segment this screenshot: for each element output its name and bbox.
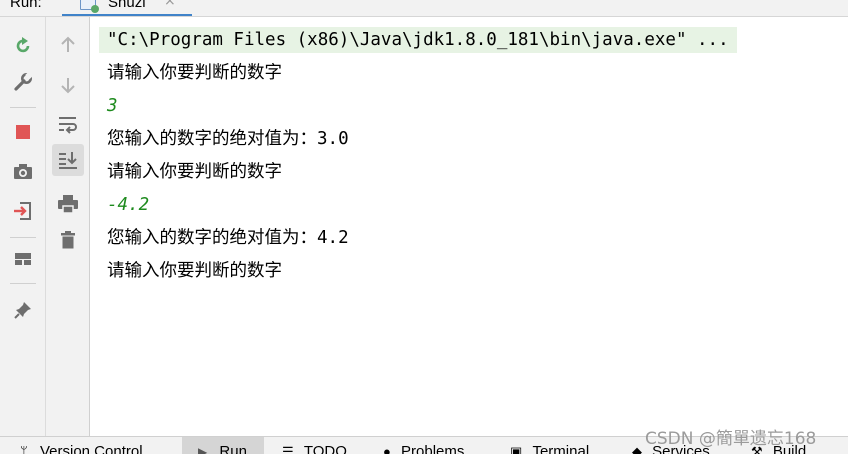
csdn-watermark: CSDN @簡單遗忘168 xyxy=(645,429,817,449)
version-control-label: Version Control xyxy=(39,443,143,454)
problems-tab[interactable]: ● Problems xyxy=(383,443,464,454)
wrench-icon[interactable] xyxy=(9,68,37,96)
camera-icon[interactable] xyxy=(9,158,37,186)
tab-label: Shuzi xyxy=(108,0,146,11)
problems-label: Problems xyxy=(401,443,465,454)
play-icon: ▶ xyxy=(198,445,208,454)
user-input-line: -4.2 xyxy=(107,195,150,215)
prompt-line: 请输入你要判断的数字 xyxy=(107,63,282,83)
application-icon xyxy=(80,0,99,13)
branch-icon: ᛘ xyxy=(20,444,28,454)
run-tab-label: Run xyxy=(219,443,247,454)
run-actions-toolbar xyxy=(0,17,46,436)
terminal-icon: ▣ xyxy=(510,444,523,454)
terminal-tab[interactable]: ▣ Terminal xyxy=(510,443,589,454)
tab-shuzi[interactable]: Shuzi × xyxy=(62,0,192,16)
services-icon: ◆ xyxy=(632,444,642,454)
prompt-line: 请输入你要判断的数字 xyxy=(107,162,282,182)
pin-icon[interactable] xyxy=(9,296,37,324)
list-icon: ☰ xyxy=(282,444,294,454)
print-icon[interactable] xyxy=(54,190,82,218)
todo-tab[interactable]: ☰ TODO xyxy=(282,443,347,454)
prompt-line: 请输入你要判断的数字 xyxy=(107,261,282,281)
scroll-to-end-icon[interactable] xyxy=(52,144,84,176)
stop-icon[interactable] xyxy=(9,118,37,146)
rerun-icon[interactable] xyxy=(9,32,37,60)
user-input-line: 3 xyxy=(107,96,118,116)
console-output[interactable]: "C:\Program Files (x86)\Java\jdk1.8.0_18… xyxy=(91,17,848,436)
terminal-label: Terminal xyxy=(532,443,590,454)
result-line: 您输入的数字的绝对值为：3.0 xyxy=(107,129,349,149)
info-icon: ● xyxy=(383,444,391,454)
java-command-line: "C:\Program Files (x86)\Java\jdk1.8.0_18… xyxy=(99,27,737,53)
run-tab[interactable]: ▶ Run xyxy=(198,443,247,454)
run-label: Run: xyxy=(10,0,42,11)
down-arrow-icon[interactable] xyxy=(54,71,82,99)
trash-icon[interactable] xyxy=(54,226,82,254)
console-actions-toolbar xyxy=(46,17,90,436)
todo-label: TODO xyxy=(303,443,347,454)
up-arrow-icon[interactable] xyxy=(54,31,82,59)
version-control-tab[interactable]: ᛘ Version Control xyxy=(20,443,143,454)
result-line: 您输入的数字的绝对值为：4.2 xyxy=(107,228,349,248)
soft-wrap-icon[interactable] xyxy=(54,110,82,138)
layout-icon[interactable] xyxy=(9,245,37,273)
close-icon[interactable]: × xyxy=(164,0,176,9)
exit-icon[interactable] xyxy=(9,197,37,225)
run-tool-window-header: Run: Shuzi × xyxy=(0,0,848,17)
